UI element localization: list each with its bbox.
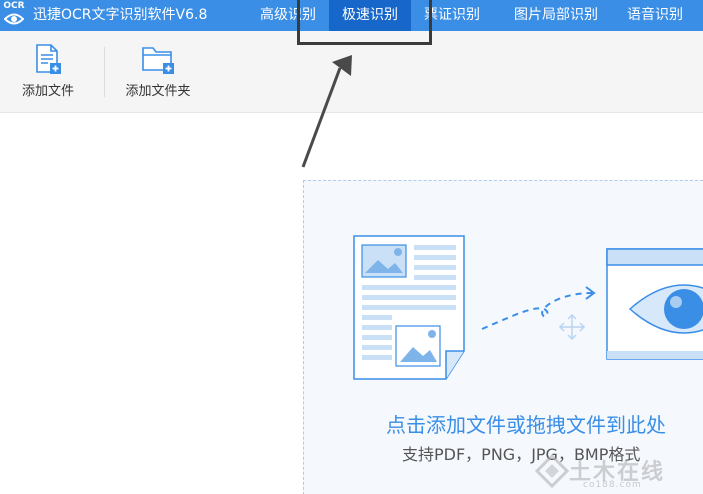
eye-icon <box>4 13 24 25</box>
add-file-icon <box>36 44 61 74</box>
file-drop-zone[interactable]: 点击添加文件或拖拽文件到此处 支持PDF，PNG，JPG，BMP格式 <box>303 180 703 494</box>
add-file-label: 添加文件 <box>21 84 74 99</box>
title-bar: OCR 迅捷OCR文字识别软件V6.8 高级识别 极速识别 票证识别 图片局部识… <box>0 0 703 31</box>
add-folder-button[interactable]: 添加文件夹 <box>118 31 198 113</box>
drop-zone-format-hint: 支持PDF，PNG，JPG，BMP格式 <box>402 445 641 464</box>
add-file-button[interactable]: 添加文件 <box>10 31 86 113</box>
drag-arrow <box>481 292 593 330</box>
menu-voice-recognition[interactable]: 语音识别 <box>619 0 703 31</box>
menu-ticket-recognition[interactable]: 票证识别 <box>411 0 493 31</box>
menu-advanced-recognition[interactable]: 高级识别 <box>247 0 329 31</box>
toolbar: 添加文件 添加文件夹 <box>0 31 703 113</box>
app-title: 迅捷OCR文字识别软件V6.8 <box>33 7 208 23</box>
toolbar-divider <box>104 47 105 97</box>
drop-zone-main-text: 点击添加文件或拖拽文件到此处 <box>386 413 666 437</box>
document-icon <box>353 235 465 380</box>
ocr-eye-icon <box>606 248 703 360</box>
drop-illustration <box>353 235 703 380</box>
move-icon <box>558 313 586 341</box>
logo-text: OCR <box>3 1 25 11</box>
menu-image-partial-recognition[interactable]: 图片局部识别 <box>497 0 615 31</box>
add-folder-label: 添加文件夹 <box>125 84 191 99</box>
add-folder-icon <box>142 47 174 74</box>
app-logo: OCR <box>1 1 27 29</box>
menu-fast-recognition[interactable]: 极速识别 <box>329 0 411 31</box>
